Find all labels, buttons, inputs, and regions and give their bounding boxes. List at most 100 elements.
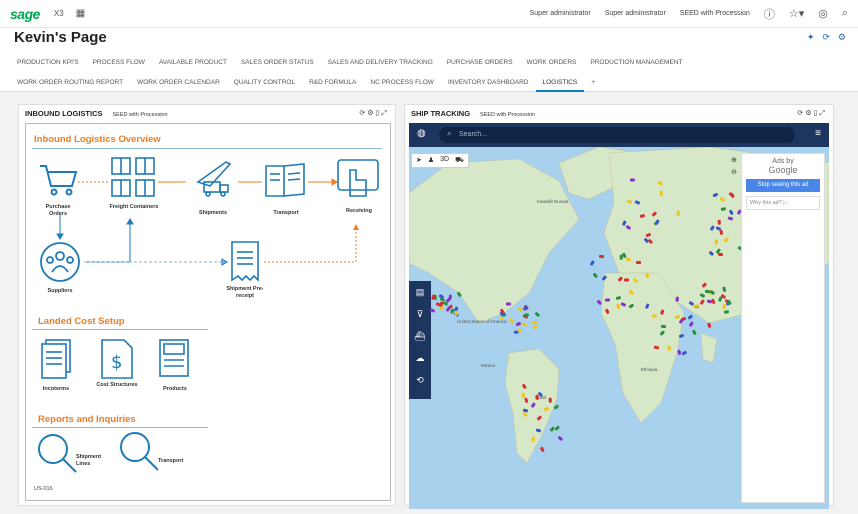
tab-quality-control[interactable]: QUALITY CONTROL [227, 79, 302, 86]
grid-menu-icon[interactable]: ▦ [76, 8, 85, 19]
tab-inventory-dashboard[interactable]: INVENTORY DASHBOARD [441, 79, 536, 86]
zoom-out-icon[interactable]: ⊖ [731, 167, 737, 179]
vessel-marker[interactable] [619, 254, 623, 260]
map-search-bar: ◍ Search... ⌕ ≡ [409, 123, 829, 147]
map-controls[interactable]: ➤ ♟ 3D ⛟ [411, 153, 469, 168]
shipment-prereceipt-label[interactable]: Shipment Pre-receipt [220, 286, 270, 299]
add-icon[interactable]: ✦ [807, 32, 815, 43]
suppliers-icon[interactable] [38, 240, 82, 284]
location-icon[interactable]: ➤ [416, 156, 422, 165]
vessel-marker[interactable] [549, 397, 552, 403]
zoom-controls[interactable]: ⊕ ⊖ [731, 155, 737, 179]
vessel-marker[interactable] [455, 310, 458, 316]
suppliers-label[interactable]: Suppliers [36, 288, 84, 295]
transport-report-label[interactable]: Transport [158, 458, 198, 465]
tab-nc-process-flow[interactable]: NC PROCESS FLOW [363, 79, 441, 86]
vessel-marker[interactable] [629, 178, 635, 182]
products-label[interactable]: Products [150, 386, 200, 393]
divider [32, 427, 208, 428]
tab-work-order-calendar[interactable]: WORK ORDER CALENDAR [130, 79, 227, 86]
vessel-marker[interactable] [535, 394, 540, 400]
history-icon[interactable]: ⟲ [416, 375, 424, 386]
receiving-label[interactable]: Receiving [334, 208, 384, 215]
panel-tools[interactable]: ⟳⚙▯⤢ [359, 109, 389, 118]
magnifier-icon[interactable] [36, 432, 80, 476]
vessel-marker[interactable] [499, 317, 504, 321]
car-icon[interactable]: ⛟ [455, 156, 464, 165]
user-name[interactable]: Super administrator [605, 10, 666, 17]
search-icon: ⌕ [447, 129, 452, 138]
vessel-marker[interactable] [723, 303, 726, 310]
person-icon[interactable]: ♟ [428, 156, 434, 165]
transport-label[interactable]: Transport [262, 210, 310, 217]
airplane-truck-icon[interactable] [188, 158, 238, 198]
user-role[interactable]: Super administrator [530, 10, 591, 17]
shipments-label[interactable]: Shipments [186, 210, 240, 217]
magnifier-icon[interactable] [118, 430, 162, 474]
folder-name[interactable]: SEED with Procession [680, 10, 750, 17]
filter-icon[interactable]: ⊽ [417, 309, 424, 320]
ad-panel: Ads by Google Stop seeing this ad Why th… [741, 153, 825, 503]
cost-document-icon[interactable]: $ [100, 338, 134, 380]
tab-r-d-formula[interactable]: R&D FORMULA [302, 79, 363, 86]
menu-icon[interactable]: ≡ [815, 128, 821, 139]
tab-work-order-routing-report[interactable]: WORK ORDER ROUTING REPORT [10, 79, 130, 86]
vessel-marker[interactable] [717, 220, 721, 226]
vessel-marker[interactable] [677, 210, 681, 216]
panel-subtitle: SEED with Procession [480, 112, 536, 118]
freight-containers-label[interactable]: Freight Containers [104, 204, 164, 211]
tab-sales-and-delivery-tracking[interactable]: SALES AND DELIVERY TRACKING [321, 59, 440, 66]
vessel-marker[interactable] [652, 315, 658, 318]
globe-icon[interactable]: ◍ [417, 128, 426, 139]
layers-icon[interactable]: ▤ [416, 287, 425, 298]
stop-ad-button[interactable]: Stop seeing this ad [746, 179, 820, 192]
tab-process-flow[interactable]: PROCESS FLOW [86, 59, 152, 66]
vessel-marker[interactable] [660, 324, 667, 328]
star-icon[interactable]: ☆▾ [789, 7, 804, 20]
documents-icon[interactable] [264, 160, 308, 200]
compass-icon[interactable]: ◎ [818, 7, 828, 20]
vessel-marker[interactable] [599, 255, 605, 258]
cost-structures-label[interactable]: Cost Structures [92, 382, 142, 389]
google-label: Google [768, 165, 798, 175]
tablet-touch-icon[interactable] [336, 158, 382, 202]
products-icon[interactable] [158, 338, 192, 380]
tab-logistics[interactable]: LOGISTICS [535, 79, 585, 92]
zoom-in-icon[interactable]: ⊕ [731, 155, 737, 167]
help-icon[interactable]: ⓘ [764, 6, 775, 22]
product-name: X3 [53, 9, 64, 18]
3d-icon[interactable]: 3D [440, 156, 449, 165]
refresh-icon[interactable]: ⟳ [822, 32, 830, 43]
shipment-lines-label[interactable]: Shipment Lines [76, 454, 116, 467]
incoterms-icon[interactable] [40, 338, 74, 380]
add-tab-button[interactable]: + [584, 79, 602, 86]
why-ad-button[interactable]: Why this ad? ▷ [746, 196, 820, 210]
tab-work-orders[interactable]: WORK ORDERS [520, 59, 584, 66]
svg-text:$: $ [111, 352, 122, 373]
vessel-marker[interactable] [505, 303, 511, 306]
panel-tools[interactable]: ⟳⚙▯⤢ [797, 109, 827, 118]
receipt-icon[interactable] [228, 240, 262, 282]
vessel-marker[interactable] [717, 252, 723, 256]
tab-purchase-orders[interactable]: PURCHASE ORDERS [440, 59, 520, 66]
tab-sales-order-status[interactable]: SALES ORDER STATUS [234, 59, 321, 66]
vessel-marker[interactable] [694, 304, 700, 308]
search-icon[interactable]: ⌕ [842, 7, 848, 20]
incoterms-label[interactable]: Incoterms [34, 386, 78, 393]
sage-logo[interactable]: sage [10, 6, 40, 22]
vessel-marker[interactable] [449, 294, 452, 300]
ship-map[interactable]: ◍ Search... ⌕ ≡ ➤ ♟ 3D ⛟ ▤ ⊽ ⛴ ☁ ⟲ ⊕ ⊖ K… [409, 123, 829, 509]
weather-icon[interactable]: ☁ [416, 353, 425, 364]
vessel-marker[interactable] [636, 261, 642, 264]
tab-available-product[interactable]: AVAILABLE PRODUCT [152, 59, 234, 66]
tab-production-kpi-s[interactable]: PRODUCTION KPI'S [10, 59, 86, 66]
map-label-ethiopia: Ethiopia [641, 367, 658, 372]
containers-icon[interactable] [108, 154, 158, 200]
inbound-logistics-panel: INBOUND LOGISTICS SEED with Procession ⟳⚙… [18, 104, 396, 506]
purchase-orders-label[interactable]: Purchase Orders [38, 204, 78, 217]
tab-production-management[interactable]: PRODUCTION MANAGEMENT [583, 59, 689, 66]
ship-icon[interactable]: ⛴ [414, 331, 425, 342]
search-input[interactable]: Search... [439, 127, 795, 143]
settings-icon[interactable]: ⚙ [838, 32, 846, 43]
shopping-cart-icon[interactable] [38, 162, 78, 196]
